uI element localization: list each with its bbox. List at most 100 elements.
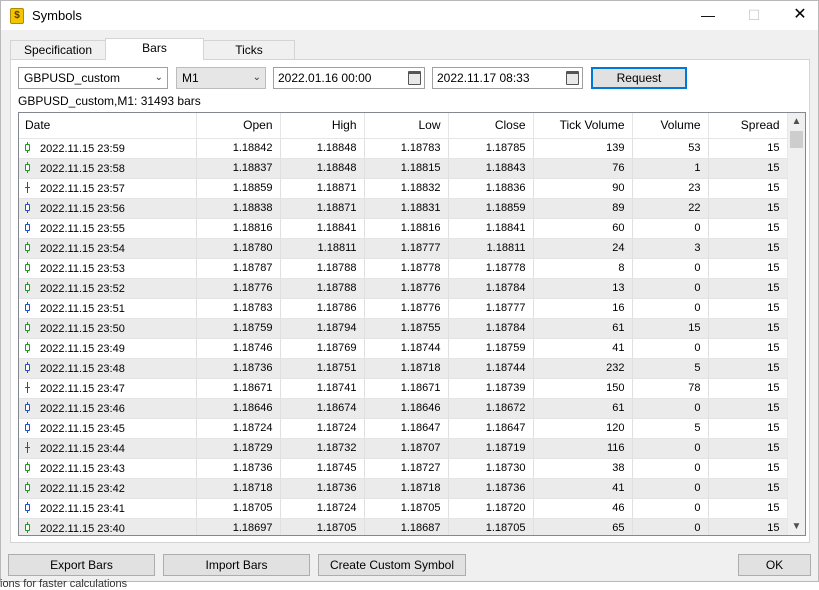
request-button[interactable]: Request xyxy=(591,67,687,89)
close-button[interactable]: ✕ xyxy=(777,1,819,31)
column-header-low[interactable]: Low xyxy=(364,113,449,139)
table-row[interactable]: 2022.11.15 23:51 1.18783 1.18786 1.18776 1.1… xyxy=(19,298,788,319)
date-to-input[interactable]: 2022.11.17 08:33 xyxy=(432,67,583,89)
calendar-icon[interactable] xyxy=(566,71,579,85)
date-text: 2022.11.15 23:54 xyxy=(40,242,125,255)
table-row[interactable]: 2022.11.15 23:40 1.18697 1.18705 1.18687 1.1… xyxy=(19,518,788,535)
export-bars-button[interactable]: Export Bars xyxy=(8,554,155,576)
table-row[interactable]: 2022.11.15 23:42 1.18718 1.18736 1.18718 1.1… xyxy=(19,478,788,499)
maximize-button[interactable]: ☐ xyxy=(731,1,777,31)
table-row[interactable]: 2022.11.15 23:49 1.18746 1.18769 1.18744 1.1… xyxy=(19,338,788,359)
table-row[interactable]: 2022.11.15 23:43 1.18736 1.18745 1.18727 1.1… xyxy=(19,458,788,479)
cell-low: 1.18755 xyxy=(364,318,449,339)
cell-spread: 15 xyxy=(708,378,788,399)
cell-tick-volume: 76 xyxy=(533,158,633,179)
column-header-tick-volume[interactable]: Tick Volume xyxy=(533,113,633,139)
cell-volume: 5 xyxy=(632,358,709,379)
table-row[interactable]: 2022.11.15 23:53 1.18787 1.18788 1.18778 1.1… xyxy=(19,258,788,279)
cell-volume: 78 xyxy=(632,378,709,399)
cell-open: 1.18842 xyxy=(196,138,281,159)
cell-spread: 15 xyxy=(708,318,788,339)
table-row[interactable]: 2022.11.15 23:47 1.18671 1.18741 1.18671 1.1… xyxy=(19,378,788,399)
table-row[interactable]: 2022.11.15 23:50 1.18759 1.18794 1.18755 1.1… xyxy=(19,318,788,339)
cell-high: 1.18724 xyxy=(280,498,365,519)
vertical-scrollbar[interactable]: ▲ ▼ xyxy=(787,113,805,535)
cell-spread: 15 xyxy=(708,398,788,419)
scroll-thumb[interactable] xyxy=(790,131,803,148)
table-row[interactable]: 2022.11.15 23:44 1.18729 1.18732 1.18707 1.1… xyxy=(19,438,788,459)
date-text: 2022.11.15 23:58 xyxy=(40,162,125,175)
cell-close: 1.18778 xyxy=(448,258,534,279)
cell-date: 2022.11.15 23:57 xyxy=(19,178,197,199)
column-header-close[interactable]: Close xyxy=(448,113,534,139)
date-from-input[interactable]: 2022.01.16 00:00 xyxy=(273,67,425,89)
chevron-down-icon: ⌄ xyxy=(252,72,261,83)
table-row[interactable]: 2022.11.15 23:58 1.18837 1.18848 1.18815 1.1… xyxy=(19,158,788,179)
candle-icon xyxy=(25,221,30,233)
cell-low: 1.18705 xyxy=(364,498,449,519)
cell-open: 1.18697 xyxy=(196,518,281,535)
cell-tick-volume: 60 xyxy=(533,218,633,239)
cell-open: 1.18776 xyxy=(196,278,281,299)
table-row[interactable]: 2022.11.15 23:52 1.18776 1.18788 1.18776 1.1… xyxy=(19,278,788,299)
date-text: 2022.11.15 23:51 xyxy=(40,302,125,315)
cell-open: 1.18816 xyxy=(196,218,281,239)
cell-low: 1.18816 xyxy=(364,218,449,239)
column-header-date[interactable]: Date xyxy=(19,113,197,139)
table-row[interactable]: 2022.11.15 23:56 1.18838 1.18871 1.18831 1.1… xyxy=(19,198,788,219)
cell-tick-volume: 150 xyxy=(533,378,633,399)
table-row[interactable]: 2022.11.15 23:57 1.18859 1.18871 1.18832 1.1… xyxy=(19,178,788,199)
cell-volume: 1 xyxy=(632,158,709,179)
cell-spread: 15 xyxy=(708,478,788,499)
import-bars-button[interactable]: Import Bars xyxy=(163,554,310,576)
scroll-down-arrow-icon[interactable]: ▼ xyxy=(788,518,805,535)
cell-spread: 15 xyxy=(708,298,788,319)
cell-volume: 0 xyxy=(632,498,709,519)
column-header-open[interactable]: Open xyxy=(196,113,281,139)
cell-date: 2022.11.15 23:50 xyxy=(19,318,197,339)
table-row[interactable]: 2022.11.15 23:45 1.18724 1.18724 1.18647 1.1… xyxy=(19,418,788,439)
cell-tick-volume: 41 xyxy=(533,338,633,359)
cell-tick-volume: 90 xyxy=(533,178,633,199)
candle-icon xyxy=(25,381,30,393)
calendar-icon[interactable] xyxy=(408,71,421,85)
minimize-button[interactable]: — xyxy=(685,1,731,31)
column-header-volume[interactable]: Volume xyxy=(632,113,709,139)
background-status-text: ions for faster calculations xyxy=(0,578,128,590)
cell-open: 1.18736 xyxy=(196,458,281,479)
table-row[interactable]: 2022.11.15 23:48 1.18736 1.18751 1.18718 1.1… xyxy=(19,358,788,379)
table-row[interactable]: 2022.11.15 23:41 1.18705 1.18724 1.18705 1.1… xyxy=(19,498,788,519)
cell-close: 1.18730 xyxy=(448,458,534,479)
cell-high: 1.18741 xyxy=(280,378,365,399)
symbol-select[interactable]: GBPUSD_custom ⌄ xyxy=(18,67,168,89)
tab-ticks[interactable]: Ticks xyxy=(203,40,295,59)
table-row[interactable]: 2022.11.15 23:59 1.18842 1.18848 1.18783 1.1… xyxy=(19,138,788,159)
cell-high: 1.18745 xyxy=(280,458,365,479)
cell-close: 1.18736 xyxy=(448,478,534,499)
cell-date: 2022.11.15 23:51 xyxy=(19,298,197,319)
table-row[interactable]: 2022.11.15 23:55 1.18816 1.18841 1.18816 1.1… xyxy=(19,218,788,239)
timeframe-select[interactable]: M1 ⌄ xyxy=(176,67,266,89)
scroll-up-arrow-icon[interactable]: ▲ xyxy=(788,113,805,130)
cell-close: 1.18720 xyxy=(448,498,534,519)
date-text: 2022.11.15 23:49 xyxy=(40,342,125,355)
column-header-high[interactable]: High xyxy=(280,113,365,139)
tab-specification[interactable]: Specification xyxy=(10,40,106,59)
column-header-spread[interactable]: Spread xyxy=(708,113,788,139)
tab-bars[interactable]: Bars xyxy=(105,38,204,60)
candle-icon xyxy=(25,261,30,273)
table-row[interactable]: 2022.11.15 23:46 1.18646 1.18674 1.18646 1.1… xyxy=(19,398,788,419)
cell-open: 1.18759 xyxy=(196,318,281,339)
candle-icon xyxy=(25,521,30,533)
cell-open: 1.18671 xyxy=(196,378,281,399)
cell-volume: 3 xyxy=(632,238,709,259)
cell-high: 1.18751 xyxy=(280,358,365,379)
cell-spread: 15 xyxy=(708,338,788,359)
candle-icon xyxy=(25,341,30,353)
candle-icon xyxy=(25,281,30,293)
cell-volume: 0 xyxy=(632,478,709,499)
create-custom-symbol-button[interactable]: Create Custom Symbol xyxy=(318,554,466,576)
ok-button[interactable]: OK xyxy=(738,554,811,576)
table-row[interactable]: 2022.11.15 23:54 1.18780 1.18811 1.18777 1.1… xyxy=(19,238,788,259)
date-text: 2022.11.15 23:44 xyxy=(40,442,125,455)
